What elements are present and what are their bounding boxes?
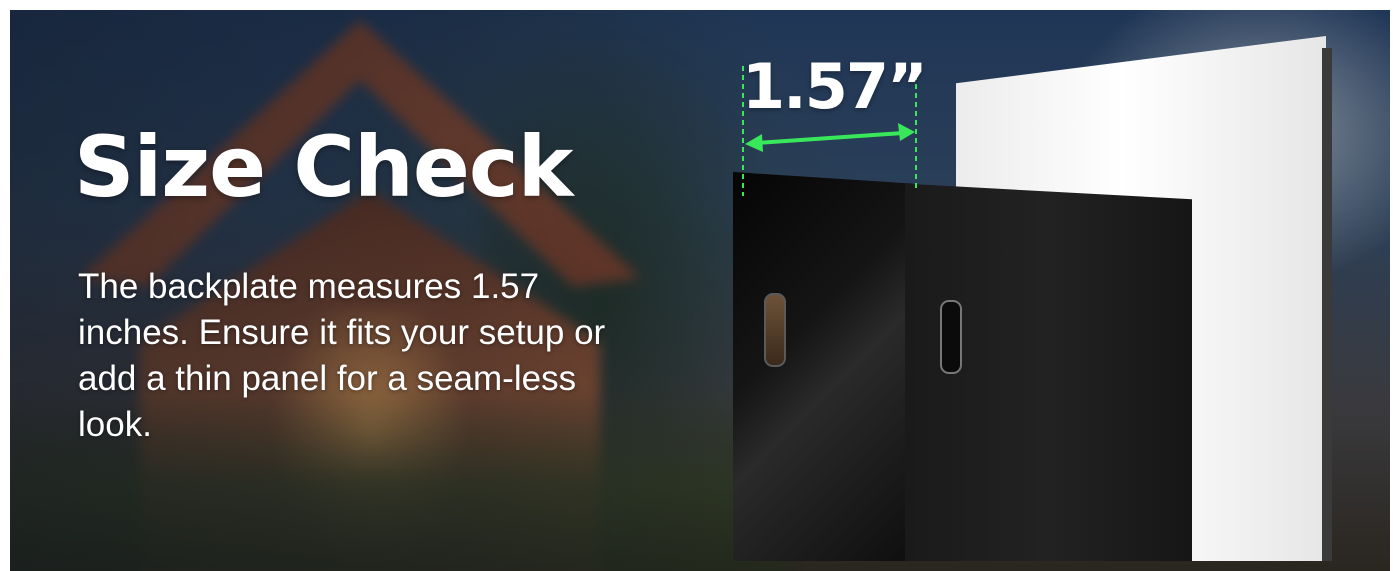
dimension-arrowhead-right — [898, 123, 915, 141]
dimension-arrow-line — [755, 131, 904, 145]
dimension-arrowhead-left — [745, 134, 763, 152]
dimension-marker — [742, 66, 917, 196]
dimension-label: 1.57” — [742, 50, 928, 123]
